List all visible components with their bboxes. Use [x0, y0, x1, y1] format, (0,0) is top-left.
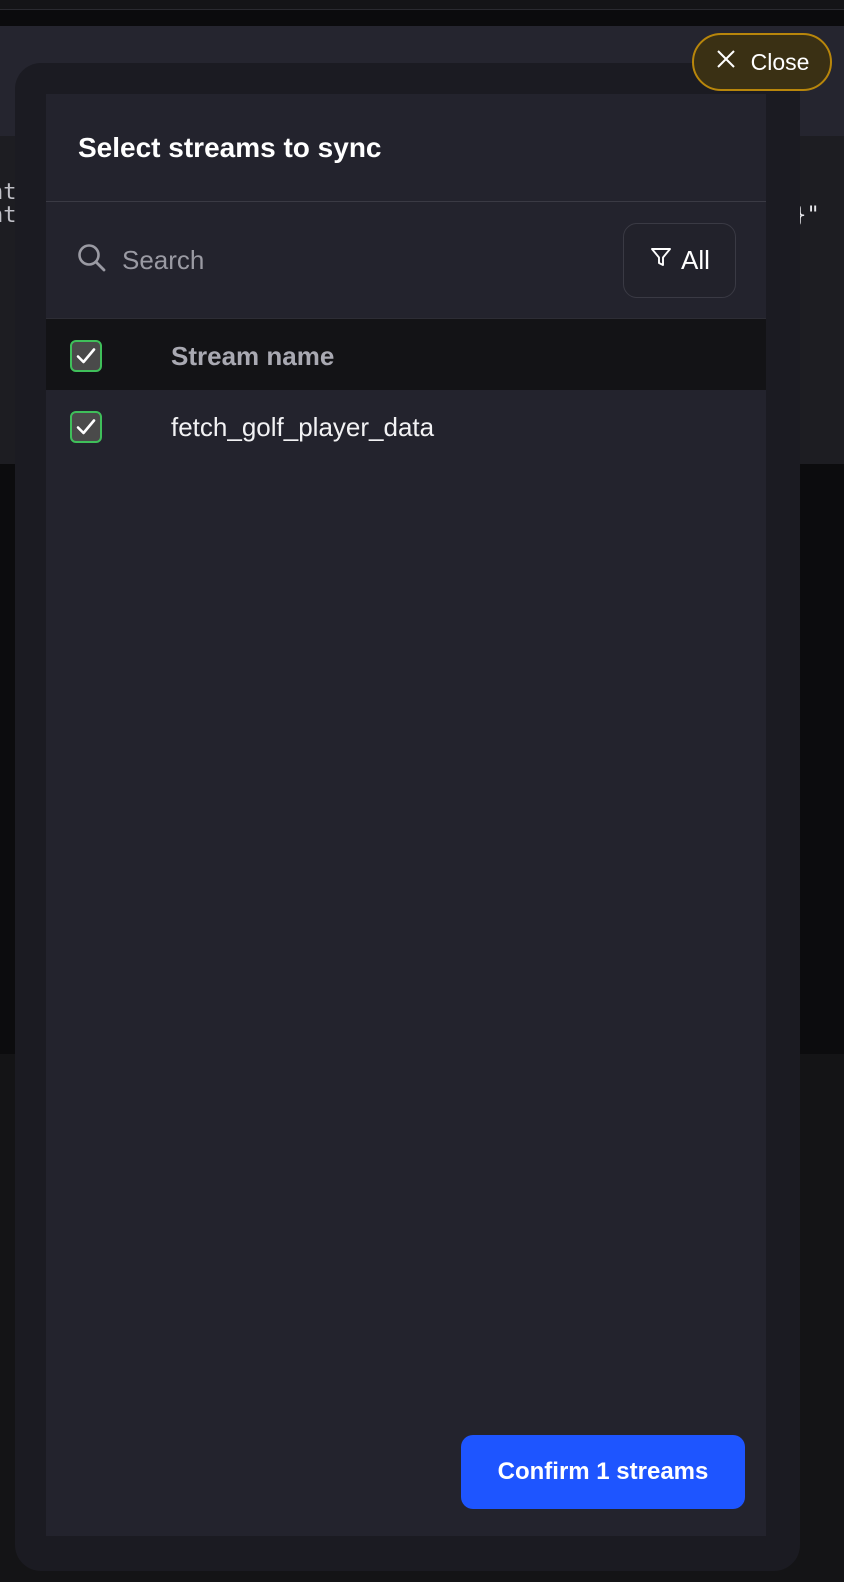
select-all-checkbox[interactable]	[70, 340, 102, 372]
filter-icon	[649, 245, 673, 276]
stream-name: fetch_golf_player_data	[171, 412, 435, 442]
search-icon	[76, 242, 108, 279]
filter-button[interactable]: All	[623, 223, 736, 298]
column-header-stream-name: Stream name	[171, 341, 335, 371]
close-button[interactable]: Close	[692, 33, 832, 91]
select-streams-modal: Select streams to sync All Stream name	[46, 94, 766, 1536]
search-bar	[76, 240, 522, 280]
close-label: Close	[750, 48, 810, 75]
filter-label: All	[681, 245, 710, 275]
check-icon	[76, 348, 96, 364]
modal-title: Select streams to sync	[78, 132, 382, 163]
page: nt nt ·}" Select streams to sync All Str…	[0, 0, 844, 1582]
close-icon	[715, 48, 737, 76]
search-input[interactable]	[122, 244, 522, 276]
table-header: Stream name	[46, 318, 766, 390]
background-topbar	[0, 0, 844, 10]
row-checkbox[interactable]	[70, 411, 102, 443]
check-icon	[76, 419, 96, 435]
divider	[46, 201, 766, 202]
table-row[interactable]: fetch_golf_player_data	[46, 390, 766, 462]
confirm-streams-button[interactable]: Confirm 1 streams	[461, 1435, 745, 1509]
